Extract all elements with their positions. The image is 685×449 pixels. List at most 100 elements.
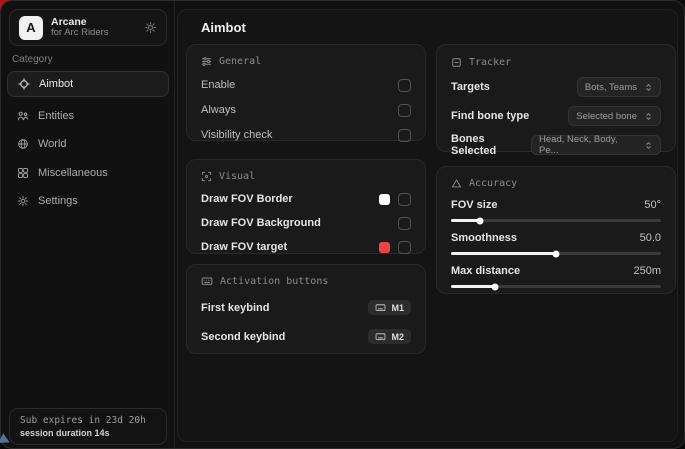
crosshair-icon — [18, 78, 30, 90]
max-distance-value: 250m — [633, 265, 661, 277]
find-bone-type-dropdown[interactable]: Selected bone — [568, 106, 661, 126]
app-logo: A — [19, 16, 43, 40]
page-title: Aimbot — [201, 20, 246, 35]
setting-label: Always — [201, 104, 236, 116]
setting-row: Draw FOV Border — [201, 192, 411, 206]
sidebar-item-world[interactable]: World — [7, 131, 169, 157]
setting-label: Second keybind — [201, 331, 285, 343]
card-title: Activation buttons — [220, 276, 328, 287]
accuracy-card-header: Accuracy — [451, 177, 661, 189]
keybind-value: M2 — [391, 332, 404, 342]
app-window: A Arcane for Arc Riders Category — [0, 0, 685, 449]
session-duration-text: session duration 14s — [20, 428, 156, 438]
slider-fill — [451, 285, 495, 288]
sidebar-item-label: Settings — [38, 195, 78, 207]
visual-card-header: Visual — [201, 170, 411, 182]
setting-row: Second keybind M2 — [201, 328, 411, 345]
dropdown-value: Head, Neck, Body, Pe... — [539, 134, 637, 156]
activation-card: Activation buttons First keybind M1 Seco… — [186, 264, 426, 354]
dropdown-value: Selected bone — [576, 111, 637, 122]
targets-dropdown[interactable]: Bots, Teams — [577, 77, 661, 97]
setting-label: Draw FOV Background — [201, 217, 321, 229]
setting-row: Visibility check — [201, 128, 411, 142]
viewfinder-icon — [201, 171, 212, 182]
sidebar-item-settings[interactable]: Settings — [7, 188, 169, 214]
setting-label: Visibility check — [201, 129, 272, 141]
globe-icon — [17, 138, 29, 150]
frame-minus-icon — [451, 57, 462, 68]
setting-row: Enable — [201, 78, 411, 92]
smoothness-slider[interactable] — [451, 252, 661, 255]
setting-row: Find bone type Selected bone — [451, 106, 661, 126]
slider-thumb[interactable] — [553, 250, 560, 257]
general-card: General Enable Always Visibility check — [186, 44, 426, 141]
app-header[interactable]: A Arcane for Arc Riders — [9, 9, 167, 46]
setting-label: FOV size — [451, 199, 497, 211]
unfold-icon — [644, 141, 653, 150]
sidebar-item-label: Miscellaneous — [38, 167, 108, 179]
fov-border-checkbox[interactable] — [398, 193, 411, 206]
sidebar-item-label: Entities — [38, 110, 74, 122]
max-distance-group: Max distance 250m — [451, 264, 661, 288]
dropdown-value: Bots, Teams — [585, 82, 637, 93]
enable-checkbox[interactable] — [398, 79, 411, 92]
fov-size-group: FOV size 50° — [451, 198, 661, 222]
first-keybind-button[interactable]: M1 — [368, 300, 411, 315]
slider-thumb[interactable] — [477, 217, 484, 224]
setting-label: Max distance — [451, 265, 520, 277]
visibility-check-checkbox[interactable] — [398, 129, 411, 142]
category-label: Category — [12, 54, 53, 65]
setting-label: Find bone type — [451, 110, 529, 122]
setting-label: Bones Selected — [451, 133, 531, 157]
sliders-icon — [201, 56, 212, 67]
subscription-info: Sub expires in 23d 20h session duration … — [9, 408, 167, 445]
sidebar: A Arcane for Arc Riders Category — [1, 1, 175, 448]
unfold-icon — [644, 83, 653, 92]
gear-icon — [17, 195, 29, 207]
color-swatch-white[interactable] — [379, 194, 390, 205]
gear-icon[interactable] — [144, 21, 157, 34]
setting-label: Smoothness — [451, 232, 517, 244]
accuracy-card: Accuracy FOV size 50° Smoothness 50.0 — [436, 166, 676, 294]
setting-row: Draw FOV Background — [201, 216, 411, 230]
max-distance-slider[interactable] — [451, 285, 661, 288]
fov-background-checkbox[interactable] — [398, 217, 411, 230]
keybind-value: M1 — [391, 303, 404, 313]
slider-thumb[interactable] — [492, 283, 499, 290]
keyboard-icon — [201, 275, 213, 287]
setting-label: Draw FOV target — [201, 241, 287, 253]
second-keybind-button[interactable]: M2 — [368, 329, 411, 344]
setting-row: Always — [201, 103, 411, 117]
keyboard-icon — [375, 302, 386, 313]
color-swatch-red[interactable] — [379, 242, 390, 253]
fov-size-slider[interactable] — [451, 219, 661, 222]
smoothness-value: 50.0 — [640, 232, 661, 244]
card-title: Accuracy — [469, 178, 517, 189]
general-card-header: General — [201, 55, 411, 67]
sidebar-item-label: Aimbot — [39, 78, 73, 90]
card-title: Visual — [219, 171, 255, 182]
smoothness-group: Smoothness 50.0 — [451, 231, 661, 255]
setting-row: Draw FOV target — [201, 240, 411, 254]
setting-label: First keybind — [201, 302, 269, 314]
always-checkbox[interactable] — [398, 104, 411, 117]
fov-target-checkbox[interactable] — [398, 241, 411, 254]
sidebar-item-entities[interactable]: Entities — [7, 103, 169, 129]
setting-row: Bones Selected Head, Neck, Body, Pe... — [451, 135, 661, 155]
sub-expiry-text: Sub expires in 23d 20h — [20, 415, 156, 426]
sidebar-item-aimbot[interactable]: Aimbot — [7, 71, 169, 97]
card-title: General — [219, 56, 261, 67]
setting-label: Targets — [451, 81, 490, 93]
app-subtitle: for Arc Riders — [51, 28, 109, 39]
sidebar-item-miscellaneous[interactable]: Miscellaneous — [7, 160, 169, 186]
fov-size-value: 50° — [644, 199, 661, 211]
activation-card-header: Activation buttons — [201, 275, 411, 287]
setting-row: First keybind M1 — [201, 299, 411, 316]
slider-fill — [451, 252, 556, 255]
setting-label: Draw FOV Border — [201, 193, 293, 205]
setting-label: Enable — [201, 79, 235, 91]
grid-icon — [17, 167, 29, 179]
bones-selected-dropdown[interactable]: Head, Neck, Body, Pe... — [531, 135, 661, 155]
visual-card: Visual Draw FOV Border Draw FOV Backgrou… — [186, 159, 426, 254]
sidebar-item-label: World — [38, 138, 67, 150]
